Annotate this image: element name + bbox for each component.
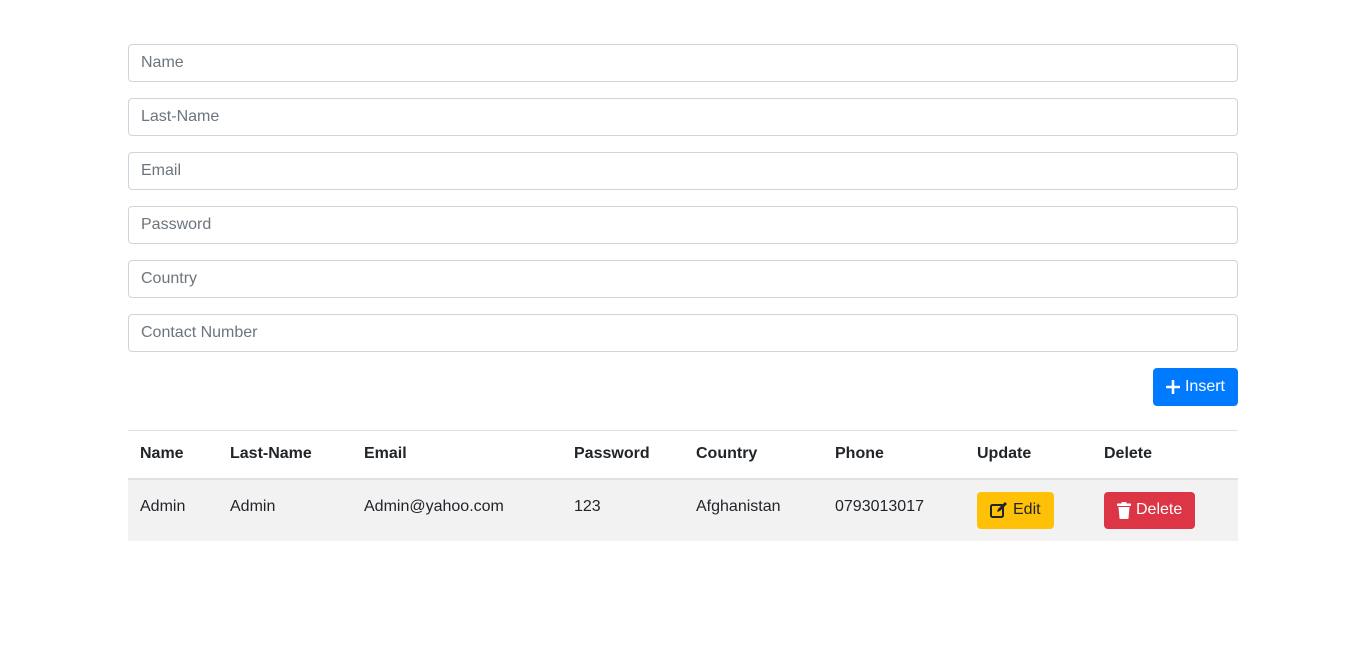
cell-last-name: Admin [230, 497, 276, 515]
cell-delete: Delete [1092, 479, 1238, 541]
last-name-input[interactable] [128, 98, 1238, 136]
delete-button[interactable]: Delete [1104, 491, 1196, 529]
header-country: Country [684, 430, 823, 480]
edit-icon [990, 502, 1008, 518]
cell-password: 123 [574, 497, 601, 515]
header-email: Email [352, 430, 562, 480]
delete-button-label: Delete [1136, 501, 1183, 518]
table-row: Admin Admin Admin@yahoo.com 123 Afghanis… [128, 478, 1238, 541]
contact-number-input[interactable] [128, 314, 1238, 352]
header-delete: Delete [1092, 430, 1238, 480]
insert-button-label: Insert [1184, 378, 1225, 395]
users-table: Name Last-Name Email Password Country Ph… [128, 430, 1238, 541]
country-input[interactable] [128, 260, 1238, 298]
cell-phone: 0793013017 [835, 497, 924, 515]
form-actions: Insert [128, 368, 1238, 406]
edit-button[interactable]: Edit [977, 491, 1054, 529]
cell-name: Admin [140, 497, 186, 515]
main-container: Insert Name Last-Name Email Password Cou… [128, 44, 1238, 541]
header-row: Name Last-Name Email Password Country Ph… [128, 430, 1238, 480]
user-form: Insert [128, 44, 1238, 406]
password-input[interactable] [128, 206, 1238, 244]
email-input[interactable] [128, 152, 1238, 190]
name-input[interactable] [128, 44, 1238, 82]
cell-update: Edit [965, 479, 1092, 541]
header-update: Update [965, 430, 1092, 480]
users-table-head: Name Last-Name Email Password Country Ph… [128, 430, 1238, 480]
insert-button[interactable]: Insert [1152, 368, 1238, 406]
trash-icon [1117, 501, 1131, 519]
cell-email: Admin@yahoo.com [364, 497, 504, 515]
edit-button-label: Edit [1013, 501, 1041, 518]
users-table-body: Admin Admin Admin@yahoo.com 123 Afghanis… [128, 478, 1238, 541]
header-password: Password [562, 430, 684, 480]
header-phone: Phone [823, 430, 965, 480]
header-name: Name [128, 430, 218, 480]
plus-icon [1165, 380, 1180, 394]
cell-country: Afghanistan [696, 497, 781, 515]
header-last-name: Last-Name [218, 430, 352, 480]
